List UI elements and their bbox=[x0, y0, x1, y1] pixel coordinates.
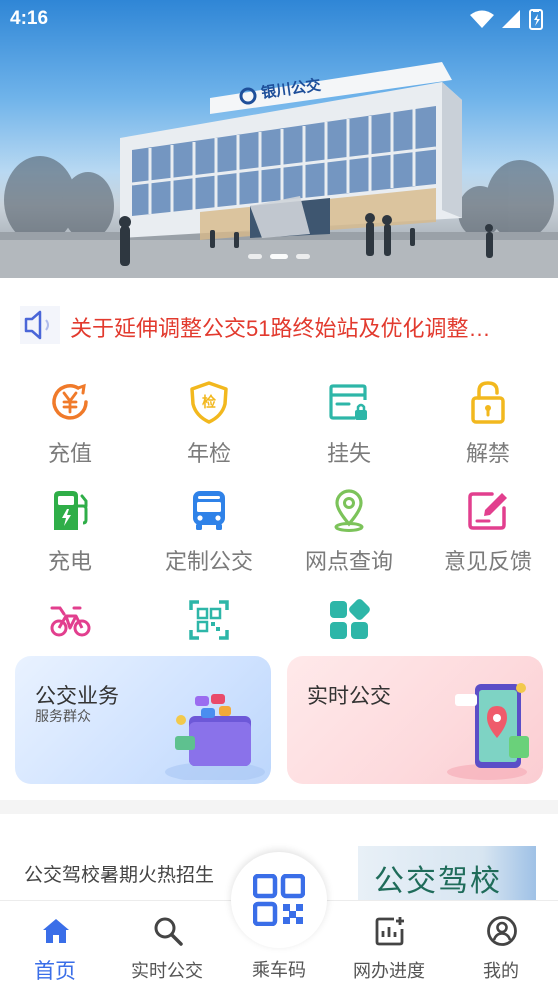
notice-text[interactable]: 关于延伸调整公交51路终始站及优化调整… bbox=[70, 311, 540, 343]
inspection-shield-icon: 检 bbox=[190, 381, 228, 424]
realtime-bus-title: 实时公交 bbox=[307, 685, 391, 708]
nav-progress[interactable]: 网办进度 bbox=[334, 901, 444, 992]
hero-banner[interactable]: 银川公交 4:16 bbox=[0, 0, 558, 278]
grid-label: 年检 bbox=[186, 441, 231, 466]
grid-label: 意见反馈 bbox=[443, 549, 532, 574]
grid-item-custom-bus[interactable]: 定制公交 bbox=[149, 488, 269, 588]
grid-label: 充电 bbox=[47, 549, 92, 574]
promo-title[interactable]: 公交驾校暑期火热招生 bbox=[24, 860, 214, 887]
carousel-indicator bbox=[248, 254, 310, 260]
status-time: 4:16 bbox=[10, 8, 49, 29]
qr-code-icon bbox=[253, 874, 305, 926]
unlock-icon bbox=[471, 381, 505, 424]
nav-label: 实时公交 bbox=[131, 961, 203, 981]
ride-code-label: 乘车码 bbox=[252, 960, 306, 980]
grid-item-recharge[interactable]: 充值 bbox=[10, 380, 130, 480]
progress-add-icon bbox=[375, 917, 404, 946]
home-icon bbox=[43, 919, 69, 943]
grid-label: 挂失 bbox=[326, 441, 371, 466]
carousel-dot bbox=[248, 254, 262, 259]
section-divider bbox=[0, 800, 558, 814]
nav-home[interactable]: 首页 bbox=[0, 901, 110, 992]
carousel-dot-active bbox=[270, 254, 288, 259]
grid-item-report-loss[interactable]: 挂失 bbox=[289, 380, 409, 480]
nav-label: 我的 bbox=[483, 961, 519, 981]
search-icon bbox=[154, 917, 183, 946]
feedback-edit-icon bbox=[468, 492, 507, 530]
ride-code-button[interactable] bbox=[231, 852, 327, 948]
bus-station-illustration: 银川公交 bbox=[0, 62, 558, 278]
speaker-icon bbox=[20, 306, 60, 344]
bus-business-subtitle: 服务群众 bbox=[35, 708, 91, 724]
promo-image[interactable]: 公交驾校 bbox=[358, 846, 536, 902]
promo-image-text: 公交驾校 bbox=[374, 864, 502, 899]
nav-mine[interactable]: 我的 bbox=[446, 901, 556, 992]
grid-item-charging[interactable]: 充电 bbox=[10, 488, 130, 588]
bus-icon bbox=[193, 491, 225, 530]
status-bar: 4:16 bbox=[0, 0, 558, 38]
screen: 银川公交 4:16 关于延伸调整公交51路终始站及优化调整… 充值 检 年检 挂… bbox=[0, 0, 558, 992]
apps-grid-icon bbox=[330, 599, 370, 639]
grid-item-unblock[interactable]: 解禁 bbox=[428, 380, 548, 480]
user-icon bbox=[487, 916, 517, 946]
bus-business-card[interactable]: 公交业务 服务群众 bbox=[15, 656, 271, 784]
grid-label: 充值 bbox=[47, 441, 92, 466]
grid-item-scan[interactable] bbox=[149, 598, 269, 642]
carousel-dot bbox=[296, 254, 310, 259]
grid-item-annual-inspection[interactable]: 检 年检 bbox=[149, 380, 269, 480]
grid-label: 定制公交 bbox=[164, 549, 253, 574]
svg-text:检: 检 bbox=[202, 394, 216, 411]
grid-label: 解禁 bbox=[465, 441, 510, 466]
location-pin-icon bbox=[334, 489, 364, 532]
phone-map-illustration bbox=[447, 683, 529, 780]
bike-icon bbox=[50, 606, 91, 637]
qr-scan-icon bbox=[189, 600, 229, 640]
charging-station-icon bbox=[54, 491, 88, 530]
card-lock-icon bbox=[329, 384, 367, 420]
grid-label: 网点查询 bbox=[304, 549, 393, 574]
nav-label: 网办进度 bbox=[353, 961, 425, 981]
nav-label: 首页 bbox=[34, 960, 76, 983]
grid-item-outlet-query[interactable]: 网点查询 bbox=[289, 488, 409, 588]
realtime-bus-card[interactable]: 实时公交 bbox=[287, 656, 543, 784]
status-icons bbox=[470, 9, 543, 30]
folder-apps-illustration bbox=[165, 694, 265, 780]
wifi-icon bbox=[470, 10, 494, 28]
grid-item-feedback[interactable]: 意见反馈 bbox=[428, 488, 548, 588]
signal-icon bbox=[502, 10, 520, 28]
nav-realtime-bus[interactable]: 实时公交 bbox=[112, 901, 222, 992]
yen-icon bbox=[52, 383, 88, 420]
grid-item-more[interactable] bbox=[289, 598, 409, 642]
grid-item-bike[interactable] bbox=[10, 598, 130, 642]
